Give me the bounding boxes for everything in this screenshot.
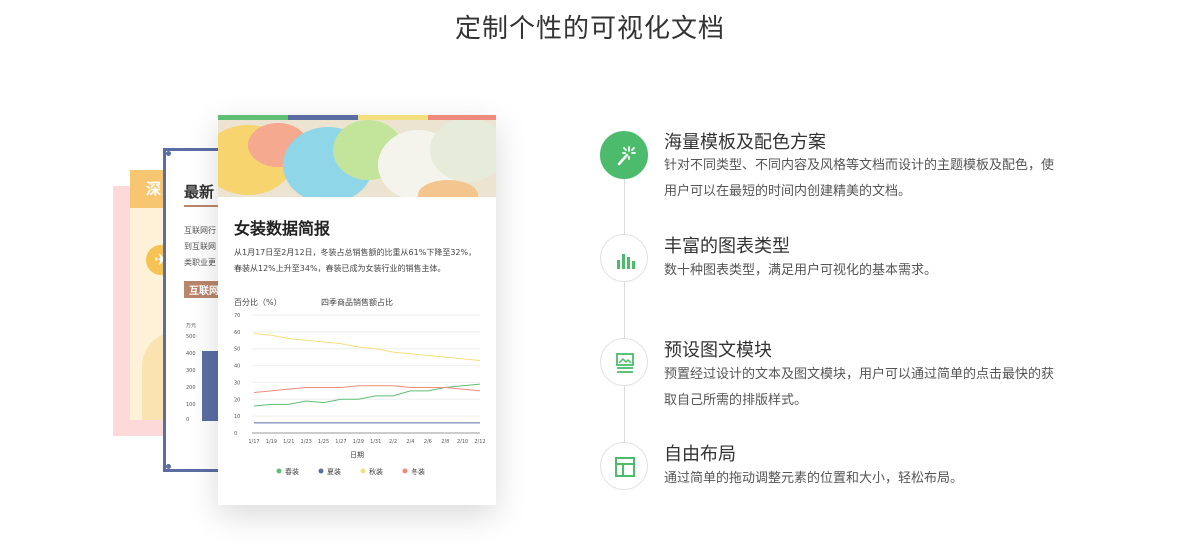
feature-icon-layout[interactable] (600, 442, 648, 490)
feature-desc: 通过简单的拖动调整元素的位置和大小，轻松布局。 (664, 471, 964, 486)
feature-title: 丰富的图表类型 (664, 236, 790, 257)
chart-x-axis-label: 日期 (350, 451, 364, 459)
legend-marker (402, 468, 408, 474)
x-tick-label: 1/19 (266, 439, 277, 445)
card-heading: 深 (146, 180, 162, 198)
x-tick-label: 1/17 (248, 439, 259, 445)
bar-chart-icon (617, 254, 635, 269)
x-tick-label: 2/6 (424, 439, 432, 445)
tick-label: 100 (186, 402, 196, 408)
x-tick-label: 2/8 (441, 439, 449, 445)
legend-marker (318, 468, 324, 474)
y-tick-label: 20 (234, 397, 240, 403)
feature-title: 预设图文模块 (664, 340, 772, 361)
x-tick-label: 2/12 (474, 439, 485, 445)
x-tick-label: 1/29 (353, 439, 364, 445)
legend-marker (276, 468, 282, 474)
clothes-photo (218, 120, 496, 197)
document-body: 从1月17日至2月12日，冬装占总销售额的比重从61%下降至32%，春装从12%… (234, 248, 477, 273)
corner-dot-icon (166, 463, 172, 469)
x-tick-label: 1/27 (335, 439, 346, 445)
legend-label: 冬装 (411, 467, 425, 476)
tick-label: 200 (186, 385, 196, 391)
tick-label: 300 (186, 368, 196, 374)
y-tick-label: 70 (234, 313, 240, 319)
feature-icon-modules[interactable] (600, 338, 648, 386)
axis-unit: 万元 (186, 323, 196, 329)
y-tick-label: 40 (234, 364, 240, 370)
tick-label: 500 (186, 334, 196, 340)
feature-desc: 预置经过设计的文本及图文模块，用户可以通过简单的点击最快的获取自己所需的排版样式… (664, 367, 1055, 408)
document-title: 女装数据简报 (234, 219, 331, 238)
feature-desc: 针对不同类型、不同内容及风格等文档而设计的主题模板及配色，使用户可以在最短的时间… (664, 158, 1055, 199)
series-line (253, 385, 481, 394)
x-tick-label: 1/25 (318, 439, 329, 445)
image-text-icon (616, 353, 634, 373)
y-tick-label: 60 (234, 330, 240, 336)
y-tick-label: 10 (234, 414, 240, 420)
line-chart: 70 60 50 40 30 20 10 0 1/17 1/19 1/21 1/23 1/25 1/27 1… (234, 313, 486, 476)
x-tick-label: 1/31 (370, 439, 381, 445)
feature-icon-templates[interactable] (600, 131, 648, 179)
feature-title: 自由布局 (664, 444, 736, 465)
series-line (253, 333, 481, 362)
card-title: 最新 (184, 183, 215, 201)
x-tick-label: 2/4 (406, 439, 414, 445)
x-tick-label: 2/10 (457, 439, 468, 445)
tick-label: 0 (186, 417, 189, 421)
feature-desc: 数十种图表类型，满足用户可视化的基本需求。 (664, 263, 938, 278)
x-tick-label: 2/2 (389, 439, 397, 445)
legend-label: 秋装 (369, 467, 383, 476)
timeline-line (624, 155, 625, 465)
legend-marker (360, 468, 366, 474)
y-tick-label: 30 (234, 380, 240, 386)
tick-label: 400 (186, 351, 196, 357)
x-tick-label: 1/21 (283, 439, 294, 445)
feature-icon-charts[interactable] (600, 234, 648, 282)
y-tick-label: 50 (234, 347, 240, 353)
layout-icon (615, 457, 635, 477)
legend-label: 夏装 (327, 467, 341, 476)
page-title: 定制个性的可视化文档 (454, 14, 725, 44)
template-card-front[interactable]: 女装数据简报 从1月17日至2月12日，冬装占总销售额的比重从61%下降至32%… (218, 115, 496, 505)
magic-wand-icon (617, 146, 636, 166)
x-tick-label: 1/23 (301, 439, 312, 445)
legend-label: 春装 (285, 467, 299, 476)
feature-title: 海量模板及配色方案 (664, 132, 826, 153)
corner-dot-icon (166, 151, 172, 157)
bar (202, 351, 218, 421)
y-tick-label: 0 (234, 431, 237, 437)
